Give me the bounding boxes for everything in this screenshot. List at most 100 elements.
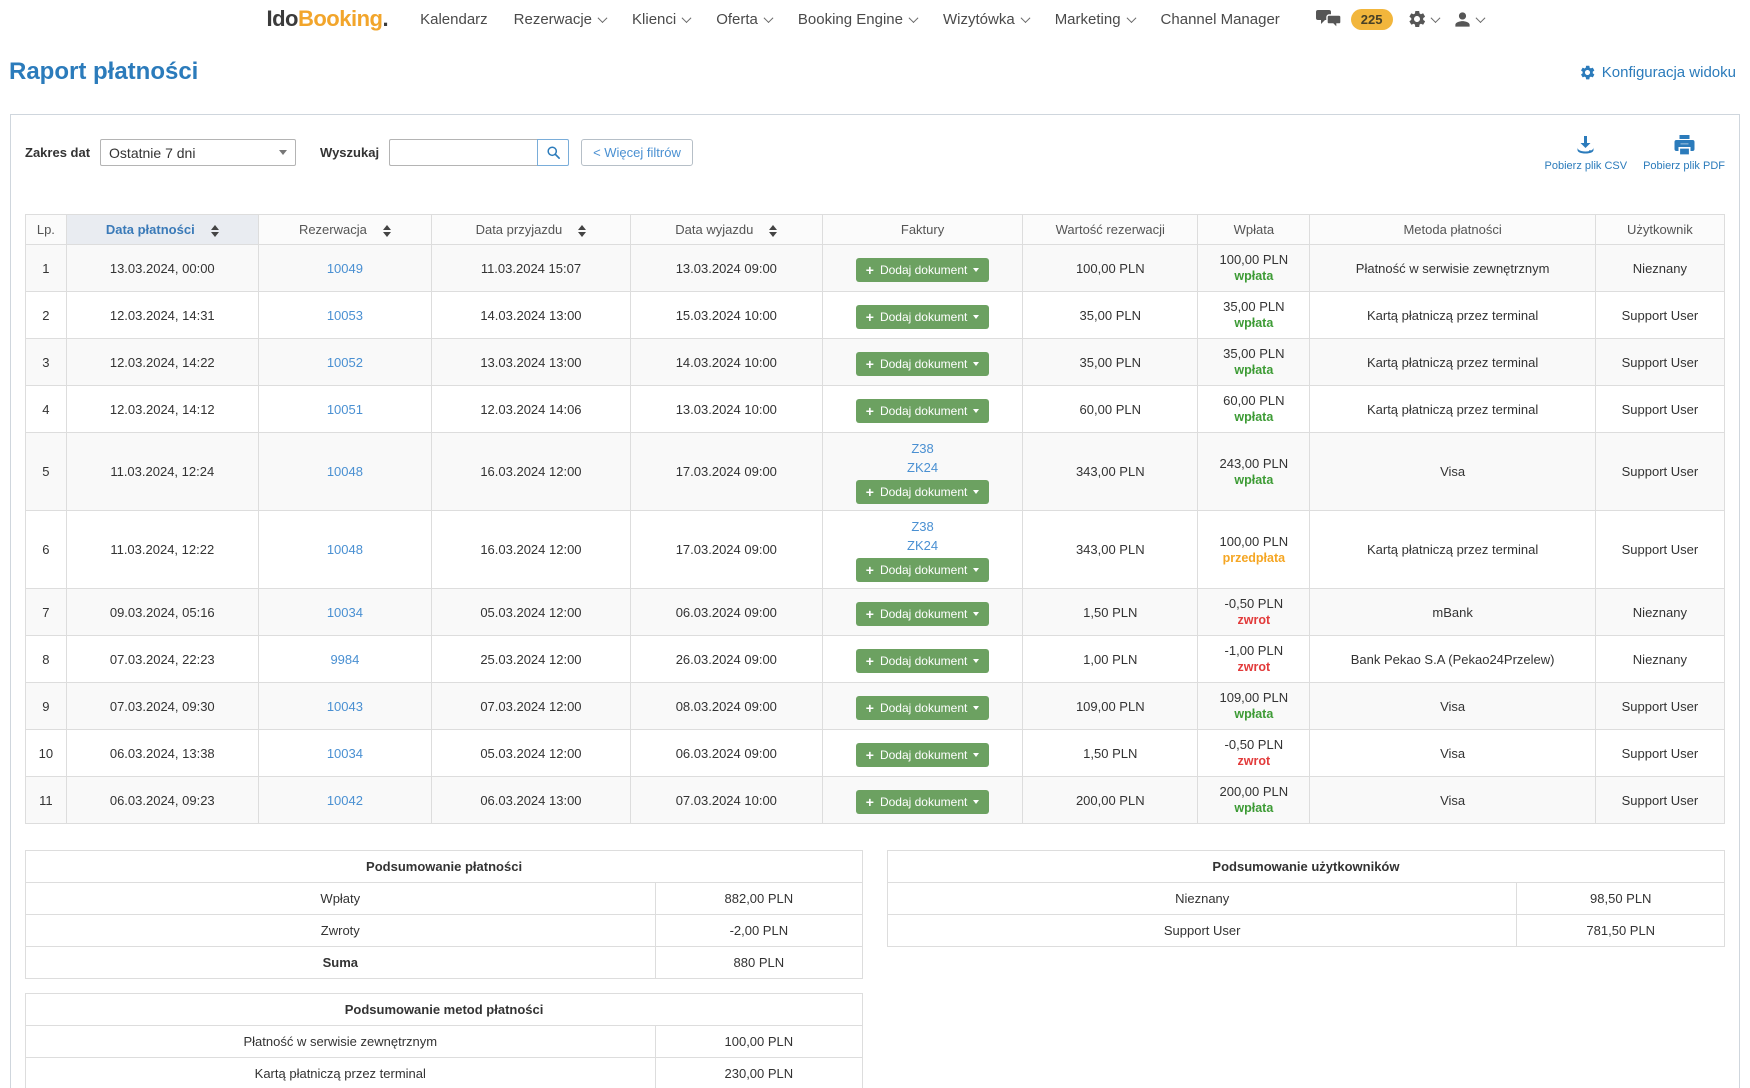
invoice-link[interactable]: ZK24 (827, 536, 1018, 555)
reservation-cell: 10053 (258, 292, 431, 339)
reservation-link[interactable]: 10034 (327, 746, 363, 761)
user-cell: Support User (1595, 433, 1724, 511)
column-header-data-przyjazdu[interactable]: Data przyjazdu (432, 215, 631, 245)
reservation-link[interactable]: 10048 (327, 542, 363, 557)
account-menu[interactable] (1453, 10, 1484, 29)
reservation-link[interactable]: 10052 (327, 355, 363, 370)
date-range-select[interactable]: Ostatnie 7 dni (100, 139, 296, 166)
logo-dot: . (382, 6, 388, 31)
add-document-label: Dodaj dokument (880, 607, 967, 621)
reservation-link[interactable]: 10053 (327, 308, 363, 323)
download-icon (1573, 133, 1598, 157)
nav-item-booking-engine[interactable]: Booking Engine (798, 11, 917, 28)
row-number: 4 (26, 386, 67, 433)
add-document-button[interactable]: +Dodaj dokument (856, 602, 990, 626)
reservation-link[interactable]: 9984 (330, 652, 359, 667)
summary-row: Support User781,50 PLN (888, 915, 1724, 946)
departure-date: 06.03.2024 09:00 (630, 730, 822, 777)
payment-amount: 100,00 PLN (1202, 251, 1305, 268)
nav-item-oferta[interactable]: Oferta (716, 11, 772, 28)
nav-item-klienci[interactable]: Klienci (632, 11, 690, 28)
add-document-label: Dodaj dokument (880, 748, 967, 762)
table-row: 807.03.2024, 22:23998425.03.2024 12:0026… (26, 636, 1725, 683)
add-document-button[interactable]: +Dodaj dokument (856, 480, 990, 504)
column-header-u-ytkownik: Użytkownik (1595, 215, 1724, 245)
column-label: Użytkownik (1627, 222, 1693, 237)
summary-value: 882,00 PLN (656, 883, 863, 914)
nav-item-label: Rezerwacje (514, 11, 592, 28)
payment-date: 09.03.2024, 05:16 (66, 589, 258, 636)
departure-date: 26.03.2024 09:00 (630, 636, 822, 683)
reservation-value: 1,50 PLN (1023, 589, 1198, 636)
add-document-label: Dodaj dokument (880, 795, 967, 809)
add-document-button[interactable]: +Dodaj dokument (856, 790, 990, 814)
nav-item-kalendarz[interactable]: Kalendarz (420, 11, 488, 28)
add-document-label: Dodaj dokument (880, 310, 967, 324)
table-row: 212.03.2024, 14:311005314.03.2024 13:001… (26, 292, 1725, 339)
departure-date: 15.03.2024 10:00 (630, 292, 822, 339)
add-document-button[interactable]: +Dodaj dokument (856, 649, 990, 673)
caret-down-icon (973, 362, 979, 366)
add-document-label: Dodaj dokument (880, 654, 967, 668)
add-document-button[interactable]: +Dodaj dokument (856, 696, 990, 720)
summary-title: Podsumowanie płatności (26, 851, 862, 883)
invoice-link[interactable]: Z38 (827, 517, 1018, 536)
add-document-button[interactable]: +Dodaj dokument (856, 305, 990, 329)
download-csv-label: Pobierz plik CSV (1545, 160, 1628, 172)
reservation-link[interactable]: 10043 (327, 699, 363, 714)
arrival-date: 14.03.2024 13:00 (432, 292, 631, 339)
add-document-button[interactable]: +Dodaj dokument (856, 558, 990, 582)
view-config-link[interactable]: Konfiguracja widoku (1579, 64, 1736, 81)
invoices-cell: +Dodaj dokument (822, 245, 1022, 292)
chevron-down-icon (598, 13, 608, 23)
payment-method: Kartą płatniczą przez terminal (1310, 386, 1595, 433)
search-input[interactable] (389, 139, 537, 166)
add-document-button[interactable]: +Dodaj dokument (856, 743, 990, 767)
download-csv-button[interactable]: Pobierz plik CSV (1545, 133, 1628, 172)
column-header-rezerwacja[interactable]: Rezerwacja (258, 215, 431, 245)
reservation-link[interactable]: 10042 (327, 793, 363, 808)
add-document-button[interactable]: +Dodaj dokument (856, 352, 990, 376)
reservation-value: 200,00 PLN (1023, 777, 1198, 824)
payment-cell: 35,00 PLNwpłata (1198, 339, 1310, 386)
table-row: 907.03.2024, 09:301004307.03.2024 12:000… (26, 683, 1725, 730)
messages-button[interactable] (1316, 9, 1343, 29)
table-row: 611.03.2024, 12:221004816.03.2024 12:001… (26, 511, 1725, 589)
caret-down-icon (973, 706, 979, 710)
invoices-cell: Z38ZK24 +Dodaj dokument (822, 511, 1022, 589)
nav-item-marketing[interactable]: Marketing (1055, 11, 1135, 28)
table-row: 113.03.2024, 00:001004911.03.2024 15:071… (26, 245, 1725, 292)
reservation-link[interactable]: 10049 (327, 261, 363, 276)
column-label: Data wyjazdu (675, 222, 753, 237)
invoice-link[interactable]: ZK24 (827, 458, 1018, 477)
invoice-link[interactable]: Z38 (827, 439, 1018, 458)
payment-method: Kartą płatniczą przez terminal (1310, 339, 1595, 386)
search-button[interactable] (537, 139, 569, 166)
nav-item-channel-manager[interactable]: Channel Manager (1161, 11, 1280, 28)
nav-item-wizyt-wka[interactable]: Wizytówka (943, 11, 1029, 28)
nav-item-rezerwacje[interactable]: Rezerwacje (514, 11, 606, 28)
sort-icon (211, 225, 219, 237)
column-label: Metoda płatności (1403, 222, 1501, 237)
reservation-link[interactable]: 10034 (327, 605, 363, 620)
add-document-button[interactable]: +Dodaj dokument (856, 399, 990, 423)
view-config-label: Konfiguracja widoku (1602, 64, 1736, 81)
column-label: Rezerwacja (299, 222, 367, 237)
reservation-link[interactable]: 10048 (327, 464, 363, 479)
payment-cell: 60,00 PLNwpłata (1198, 386, 1310, 433)
caret-down-icon (973, 612, 979, 616)
download-pdf-button[interactable]: Pobierz plik PDF (1643, 133, 1725, 172)
departure-date: 14.03.2024 10:00 (630, 339, 822, 386)
filter-bar: Zakres dat Ostatnie 7 dni Wyszukaj < Wię… (25, 133, 1725, 172)
chevron-down-icon (1126, 13, 1136, 23)
column-header-data-p-atno-ci[interactable]: Data płatności (66, 215, 258, 245)
more-filters-button[interactable]: < Więcej filtrów (581, 139, 693, 166)
add-document-button[interactable]: +Dodaj dokument (856, 258, 990, 282)
reservation-link[interactable]: 10051 (327, 402, 363, 417)
notification-badge[interactable]: 225 (1351, 9, 1393, 30)
column-header-data-wyjazdu[interactable]: Data wyjazdu (630, 215, 822, 245)
payment-amount: 60,00 PLN (1202, 392, 1305, 409)
summary-row: Płatność w serwisie zewnętrznym100,00 PL… (26, 1026, 862, 1058)
idobooking-logo[interactable]: IdoBooking. (266, 6, 388, 32)
settings-menu[interactable] (1407, 9, 1439, 29)
